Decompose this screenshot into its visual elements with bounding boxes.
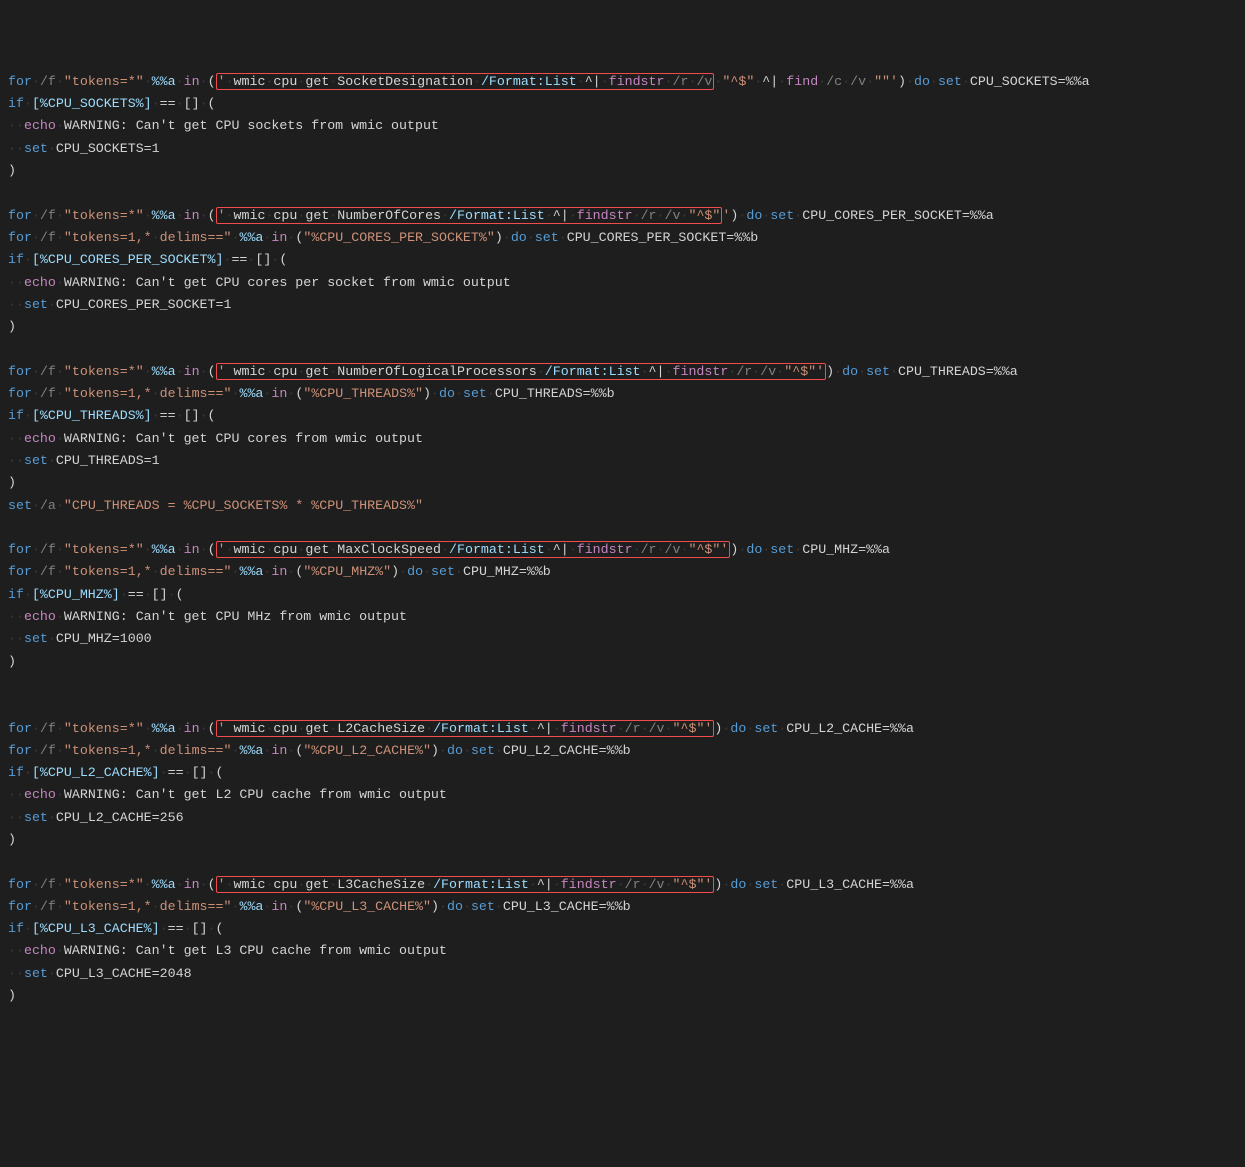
keyword-echo: echo (24, 431, 56, 446)
keyword-for: for (8, 208, 32, 223)
wmic-command-highlight: ' wmic·cpu·get·L2CacheSize·/Format:List·… (216, 720, 715, 737)
keyword-if: if (8, 587, 24, 602)
wmic-command-highlight: ' wmic·cpu·get·NumberOfLogicalProcessors… (216, 363, 827, 380)
keyword-set: set (866, 364, 890, 379)
keyword-set: set (770, 208, 794, 223)
code-editor[interactable]: for·/f·"tokens=*"·%%a·in·('·wmic·cpu·get… (8, 71, 1237, 1030)
keyword-do: do (842, 364, 858, 379)
keyword-do: do (746, 208, 762, 223)
warning-text: WARNING: Can't get CPU sockets from wmic… (64, 118, 439, 133)
keyword-for: for (8, 74, 32, 89)
warning-text: WARNING: Can't get L3 CPU cache from wmi… (64, 943, 447, 958)
keyword-echo: echo (24, 787, 56, 802)
keyword-echo: echo (24, 609, 56, 624)
keyword-set: set (754, 721, 778, 736)
keyword-do: do (914, 74, 930, 89)
wmic-command-highlight: '·wmic·cpu·get·NumberOfCores·/Format:Lis… (216, 207, 723, 224)
keyword-echo: echo (24, 943, 56, 958)
keyword-if: if (8, 408, 24, 423)
keyword-if: if (8, 96, 24, 111)
wmic-command-highlight: '·wmic·cpu·get·L3CacheSize·/Format:List·… (216, 876, 715, 893)
warning-text: WARNING: Can't get CPU cores from wmic o… (64, 431, 423, 446)
keyword-echo: echo (24, 118, 56, 133)
warning-text: WARNING: Can't get CPU MHz from wmic out… (64, 609, 407, 624)
keyword-if: if (8, 921, 24, 936)
wmic-command-highlight: '·wmic·cpu·get·MaxClockSpeed·/Format:Lis… (216, 541, 731, 558)
warning-text: WARNING: Can't get L2 CPU cache from wmi… (64, 787, 447, 802)
keyword-if: if (8, 252, 24, 267)
keyword-do: do (746, 542, 762, 557)
wmic-command-highlight: '·wmic·cpu·get·SocketDesignation·/Format… (216, 73, 715, 90)
keyword-for: for (8, 364, 32, 379)
keyword-echo: echo (24, 275, 56, 290)
keyword-do: do (730, 877, 746, 892)
warning-text: WARNING: Can't get CPU cores per socket … (64, 275, 511, 290)
keyword-for: for (8, 877, 32, 892)
keyword-for: for (8, 542, 32, 557)
keyword-for: for (8, 721, 32, 736)
keyword-set: set (770, 542, 794, 557)
keyword-do: do (730, 721, 746, 736)
keyword-if: if (8, 765, 24, 780)
keyword-set: set (938, 74, 962, 89)
keyword-set: set (754, 877, 778, 892)
